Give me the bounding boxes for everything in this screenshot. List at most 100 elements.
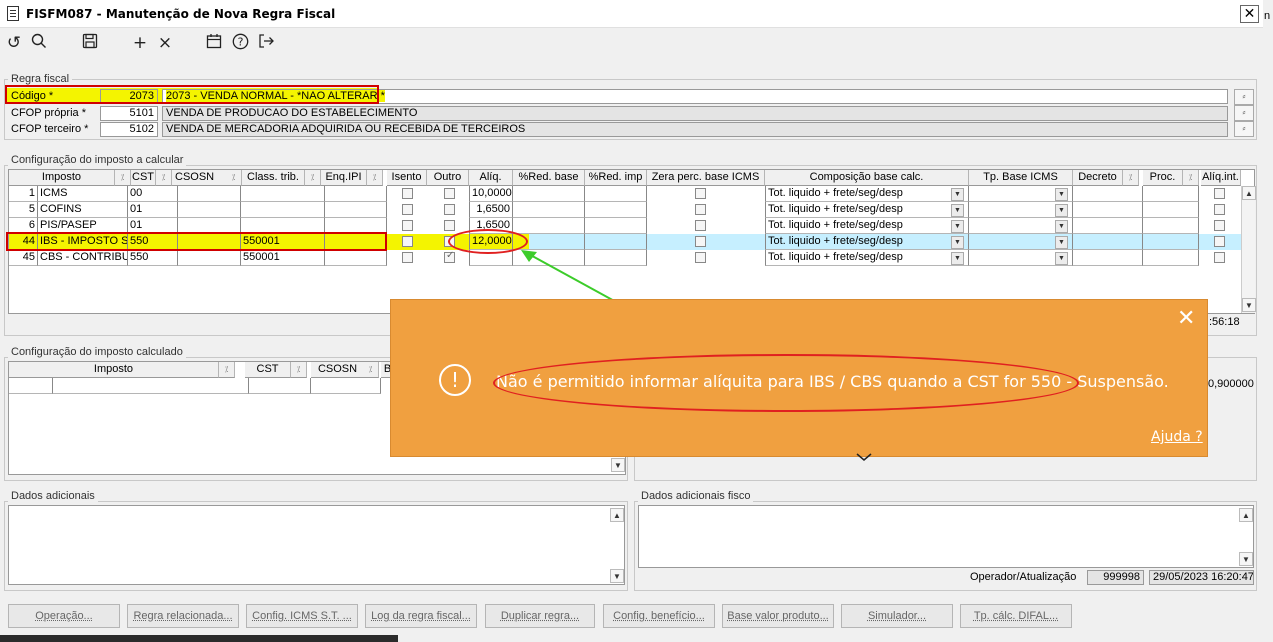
- cell-aliq[interactable]: 10,0000: [469, 186, 513, 202]
- cell-redimp[interactable]: [585, 218, 647, 234]
- cell-proc[interactable]: [1143, 218, 1199, 234]
- col-header-redbase[interactable]: %Red. base: [513, 170, 585, 186]
- cell-redbase[interactable]: [513, 202, 585, 218]
- exit-icon[interactable]: [255, 33, 277, 54]
- operacao-button[interactable]: Operação...: [8, 604, 120, 628]
- cell-decreto[interactable]: [1073, 202, 1143, 218]
- cfop-terceiro-edit-button[interactable]: ⸗: [1234, 121, 1254, 137]
- cell-cst[interactable]: [249, 378, 311, 394]
- outro-checkbox[interactable]: [444, 188, 455, 199]
- add-icon[interactable]: +: [129, 33, 151, 53]
- col-header-decreto[interactable]: Decreto: [1073, 170, 1123, 186]
- sort-icon[interactable]: ⁒: [219, 362, 235, 378]
- zera-checkbox[interactable]: [695, 204, 706, 215]
- col-header-zera[interactable]: Zera perc. base ICMS: [647, 170, 765, 186]
- outro-checkbox[interactable]: [444, 204, 455, 215]
- outro-checkbox[interactable]: [444, 220, 455, 231]
- zera-checkbox[interactable]: [695, 188, 706, 199]
- cell-enq[interactable]: [325, 250, 387, 266]
- col-header-csosn[interactable]: CSOSN: [311, 362, 365, 378]
- col-header-imposto[interactable]: Imposto: [9, 170, 115, 186]
- cell-enq[interactable]: [325, 186, 387, 202]
- scroll-down-icon[interactable]: ▼: [1242, 298, 1256, 312]
- scroll-down-icon[interactable]: ▼: [611, 458, 625, 472]
- zera-checkbox[interactable]: [695, 220, 706, 231]
- cell-comp[interactable]: Tot. liquido + frete/seg/desp: [765, 234, 969, 250]
- undo-icon[interactable]: ↺: [3, 33, 25, 53]
- dropdown-arrow-icon[interactable]: ▼: [1055, 204, 1068, 217]
- scroll-down-icon[interactable]: ▼: [610, 569, 624, 583]
- col-header-outro[interactable]: Outro: [427, 170, 469, 186]
- aliqint-checkbox[interactable]: [1214, 204, 1225, 215]
- cell-decreto[interactable]: [1073, 234, 1143, 250]
- scroll-up-icon[interactable]: ▲: [1239, 508, 1253, 522]
- sort-icon[interactable]: ⁒: [363, 362, 379, 378]
- cell-class[interactable]: 550001: [241, 250, 325, 266]
- cell-decreto[interactable]: [1073, 218, 1143, 234]
- aliqint-checkbox[interactable]: [1214, 252, 1225, 263]
- col-header-tpbase[interactable]: Tp. Base ICMS: [969, 170, 1073, 186]
- cell-comp[interactable]: Tot. liquido + frete/seg/desp: [765, 202, 969, 218]
- cell-enq[interactable]: [325, 202, 387, 218]
- sort-icon[interactable]: ⁒: [291, 362, 307, 378]
- col-header-comp[interactable]: Composição base calc.: [765, 170, 969, 186]
- cell-csosn[interactable]: [178, 202, 241, 218]
- cell-comp[interactable]: Tot. liquido + frete/seg/desp: [765, 250, 969, 266]
- col-header-proc[interactable]: Proc.: [1143, 170, 1183, 186]
- cell-decreto[interactable]: [1073, 186, 1143, 202]
- cell-csosn[interactable]: [178, 250, 241, 266]
- dropdown-arrow-icon[interactable]: ▼: [1055, 188, 1068, 201]
- cell-redimp[interactable]: [585, 202, 647, 218]
- cfop-propria-edit-button[interactable]: ⸗: [1234, 105, 1254, 121]
- cell-imposto[interactable]: ICMS: [38, 186, 128, 202]
- toast-close-icon[interactable]: ✕: [1177, 306, 1195, 331]
- dados-adicionais-textarea[interactable]: ▲ ▼: [8, 505, 625, 585]
- col-header-cst[interactable]: CST: [131, 170, 156, 186]
- cell-comp[interactable]: Tot. liquido + frete/seg/desp: [765, 186, 969, 202]
- table-row[interactable]: 5 COFINS 01 1,6500 Tot. liquido + frete/…: [9, 202, 1241, 218]
- cfop-propria-input[interactable]: 5101: [100, 106, 158, 121]
- grid-scrollbar[interactable]: ▲ ▼: [1241, 186, 1256, 313]
- col-header-redimp[interactable]: %Red. imp: [585, 170, 647, 186]
- dropdown-arrow-icon[interactable]: ▼: [1055, 236, 1068, 249]
- col-header-enq[interactable]: Enq.IPI: [321, 170, 367, 186]
- col-header-aliq[interactable]: Alíq.: [469, 170, 513, 186]
- dropdown-arrow-icon[interactable]: ▼: [951, 252, 964, 265]
- config-icms-st-button[interactable]: Config. ICMS S.T. ...: [246, 604, 358, 628]
- cell-csosn[interactable]: [311, 378, 381, 394]
- outro-checkbox[interactable]: [444, 250, 455, 263]
- dropdown-arrow-icon[interactable]: ▼: [951, 204, 964, 217]
- calendar-icon[interactable]: [203, 33, 225, 54]
- scroll-up-icon[interactable]: ▲: [1242, 186, 1256, 200]
- col-header-imposto[interactable]: Imposto: [9, 362, 219, 378]
- sort-icon[interactable]: ⁒: [156, 170, 172, 186]
- delete-icon[interactable]: ×: [154, 33, 176, 53]
- cfop-terceiro-input[interactable]: 5102: [100, 122, 158, 137]
- tp-calc-difal-button[interactable]: Tp. cálc. DIFAL...: [960, 604, 1072, 628]
- col-header-csosn[interactable]: CSOSN: [172, 170, 227, 186]
- isento-checkbox[interactable]: [402, 236, 413, 247]
- base-valor-produto-button[interactable]: Base valor produto...: [722, 604, 834, 628]
- dropdown-arrow-icon[interactable]: ▼: [951, 236, 964, 249]
- col-header-class[interactable]: Class. trib.: [242, 170, 305, 186]
- simulador-button[interactable]: Simulador...: [841, 604, 953, 628]
- col-header-cst[interactable]: CST: [245, 362, 291, 378]
- cell-proc[interactable]: [1143, 186, 1199, 202]
- sort-icon[interactable]: ⁒: [1123, 170, 1139, 186]
- sort-icon[interactable]: ⁒: [1183, 170, 1199, 186]
- cell-imposto[interactable]: CBS - CONTRIBUIÇ: [38, 250, 128, 266]
- cell-imposto[interactable]: COFINS: [38, 202, 128, 218]
- search-icon[interactable]: [28, 33, 50, 54]
- cell-redbase[interactable]: [513, 186, 585, 202]
- aliqint-checkbox[interactable]: [1214, 188, 1225, 199]
- log-regra-fiscal-button[interactable]: Log da regra fiscal...: [365, 604, 477, 628]
- help-icon[interactable]: ?: [229, 33, 251, 55]
- cell-cst[interactable]: 01: [128, 202, 178, 218]
- cell-cst[interactable]: 00: [128, 186, 178, 202]
- cell-class[interactable]: [241, 202, 325, 218]
- cell-imposto[interactable]: [53, 378, 249, 394]
- aliqint-checkbox[interactable]: [1214, 220, 1225, 231]
- isento-checkbox[interactable]: [402, 252, 413, 263]
- cell-csosn[interactable]: [178, 186, 241, 202]
- save-icon[interactable]: [79, 33, 101, 54]
